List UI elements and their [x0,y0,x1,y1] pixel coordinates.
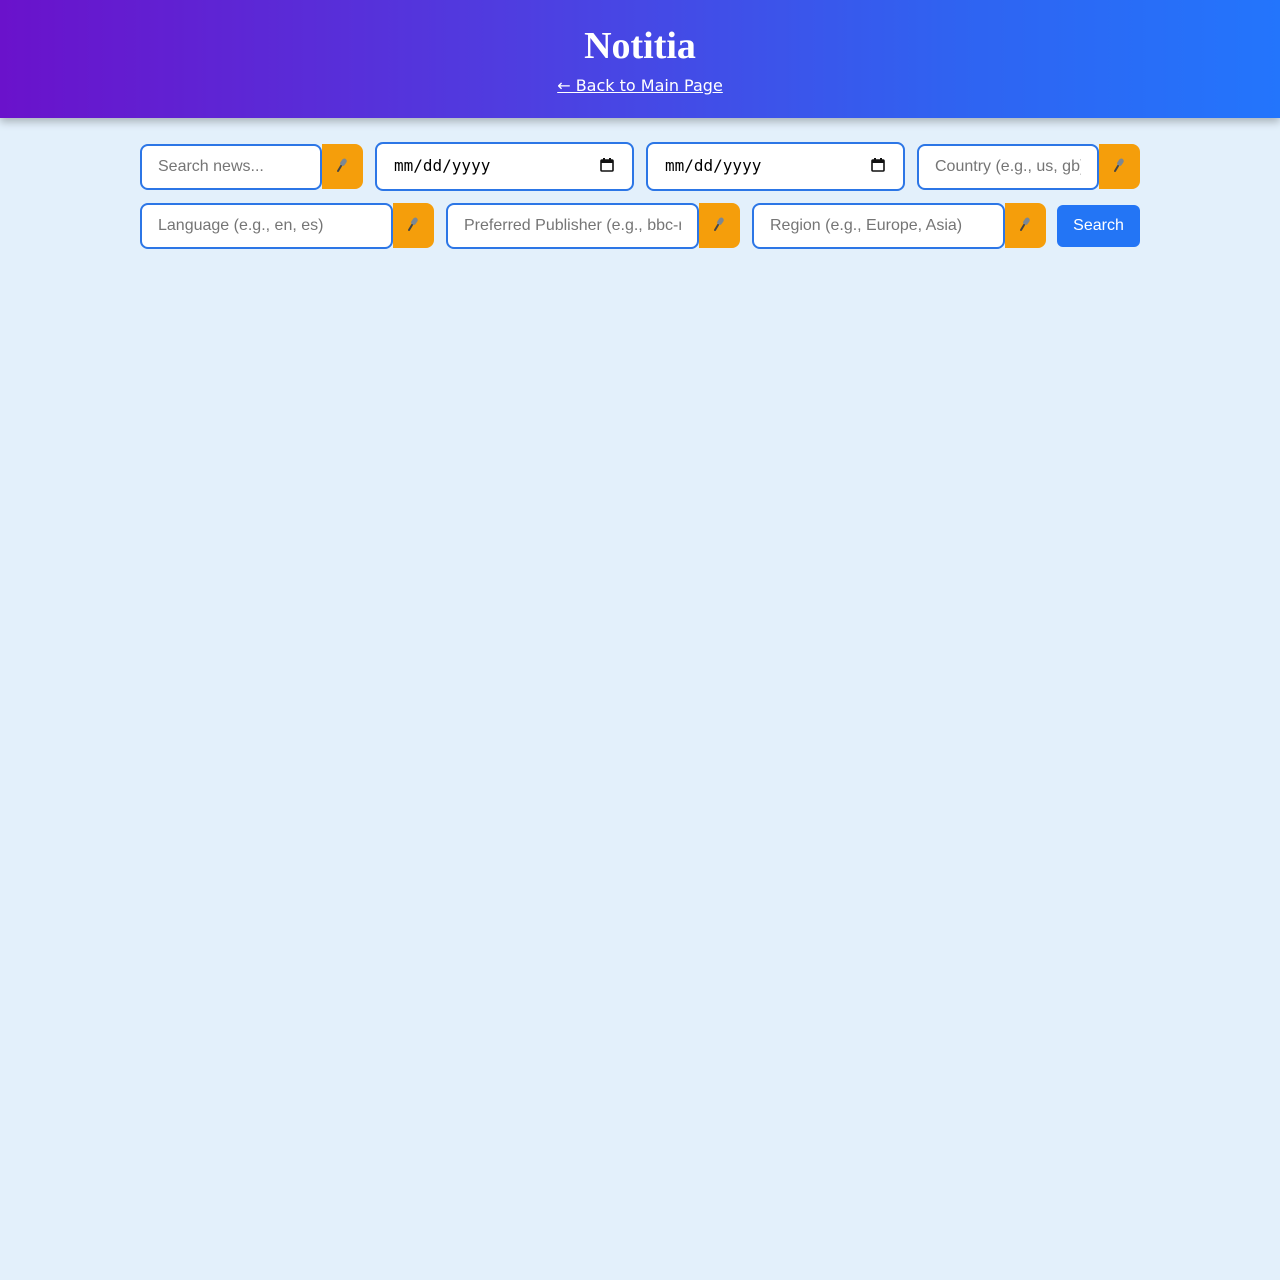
microphone-icon [1113,157,1127,176]
search-button[interactable]: Search [1057,205,1140,247]
search-mic-button[interactable] [322,144,363,189]
publisher-mic-button[interactable] [699,203,740,248]
country-mic-button[interactable] [1099,144,1140,189]
to-date-value: mm/dd/yyyy [665,156,762,175]
search-input[interactable] [140,144,322,190]
calendar-icon[interactable] [871,158,885,172]
app-title: Notitia [584,25,696,67]
microphone-icon [336,157,350,176]
to-date-input[interactable]: mm/dd/yyyy [646,142,905,191]
country-input[interactable] [917,144,1099,190]
back-to-main-link[interactable]: ← Back to Main Page [557,76,723,96]
publisher-input[interactable] [446,203,699,249]
language-input[interactable] [140,203,393,249]
calendar-icon[interactable] [600,158,614,172]
microphone-icon [1019,216,1033,235]
region-input[interactable] [752,203,1005,249]
microphone-icon [407,216,421,235]
from-date-input[interactable]: mm/dd/yyyy [375,142,634,191]
language-mic-button[interactable] [393,203,434,248]
region-mic-button[interactable] [1005,203,1046,248]
app-header: Notitia ← Back to Main Page [0,0,1280,118]
microphone-icon [713,216,727,235]
from-date-value: mm/dd/yyyy [394,156,491,175]
